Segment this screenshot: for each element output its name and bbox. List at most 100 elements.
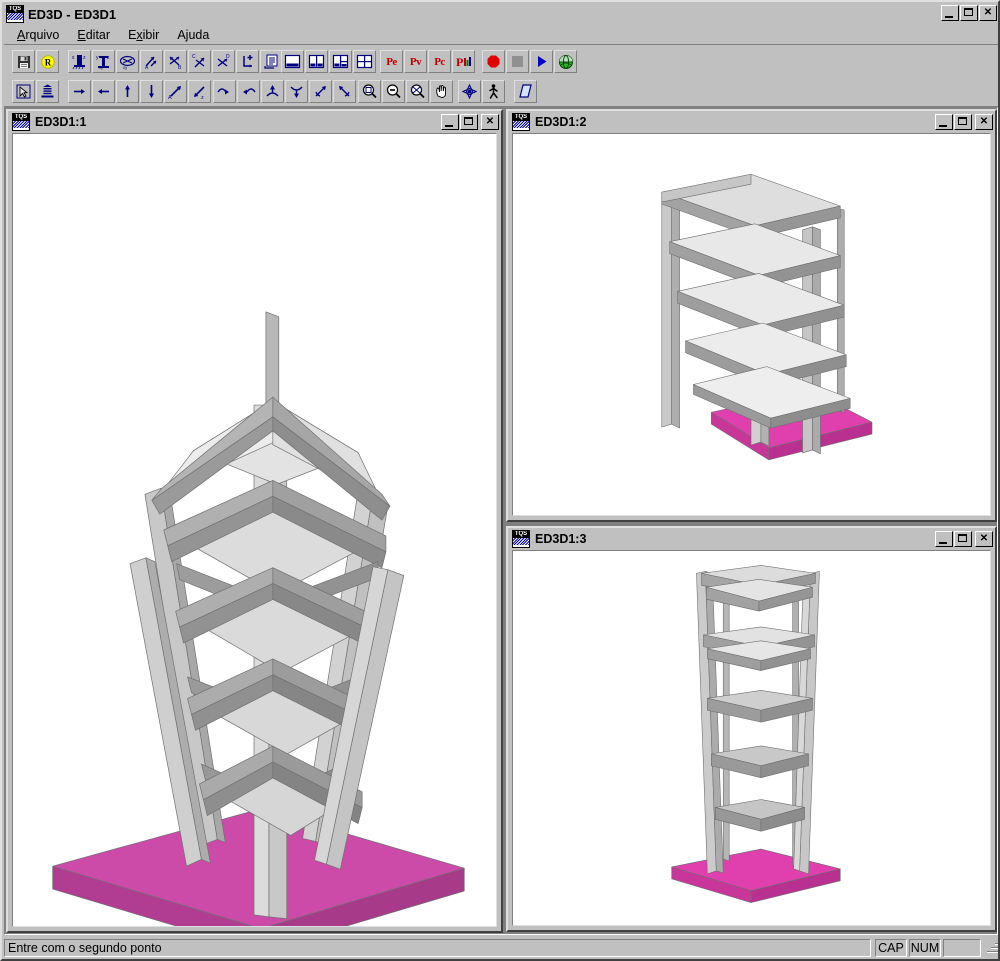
child-3-maximize-button[interactable] [954,531,972,547]
layout-single-icon[interactable] [281,50,304,73]
close-button[interactable]: ✕ [979,5,997,21]
layout-three-icon[interactable] [329,50,352,73]
pc-text-icon[interactable]: Pc [428,50,451,73]
zoom-out-icon[interactable] [382,80,405,103]
pan-hand-icon[interactable] [430,80,453,103]
status-cap-indicator: CAP [875,939,907,957]
child-1-close-button[interactable]: ✕ [481,114,499,130]
child-2-minimize-button[interactable] [935,114,953,130]
building-icon[interactable] [36,80,59,103]
list-window-icon[interactable] [260,50,283,73]
toolbar-top: R x z y z xy xy A B C D Pe Pv Pc P [4,47,998,76]
child-2-maximize-button[interactable] [954,114,972,130]
svg-text:x: x [72,55,75,61]
view-axis-group: x z y z xy xy A B C D [68,50,284,73]
menu-exibir[interactable]: Exibir [119,26,168,44]
pbar-text-icon[interactable]: P [452,50,475,73]
maximize-button[interactable] [960,5,978,21]
child-3-minimize-button[interactable] [935,531,953,547]
child-1-title-text: ED3D1:1 [35,115,87,129]
viewport-1[interactable] [12,133,497,927]
zoom-extents-icon[interactable] [406,80,429,103]
model-render-3 [671,565,841,903]
tqs-logo-icon[interactable]: TQS [6,5,24,23]
rotate-cw-icon[interactable] [309,80,332,103]
view-xz-icon[interactable]: x z [68,50,91,73]
view-b-icon[interactable]: B [164,50,187,73]
svg-text:A: A [168,95,172,100]
child-2-close-button[interactable]: ✕ [975,114,993,130]
stop-square-icon[interactable] [506,50,529,73]
model-render-1 [52,311,465,926]
child-3-title-bar: TQS ED3D1:3 ✕ [510,530,993,548]
arrow-right-icon[interactable] [68,80,91,103]
r-circle-icon[interactable]: R [36,50,59,73]
record-stop-icon[interactable] [482,50,505,73]
svg-text:A: A [145,65,149,70]
window-controls: ✕ [940,5,997,21]
child-3-title-text: ED3D1:3 [535,532,587,546]
child-window-2[interactable]: TQS ED3D1:2 ✕ [506,109,997,522]
rotate-ccw-icon[interactable] [333,80,356,103]
child-3-close-button[interactable]: ✕ [975,531,993,547]
rotate-up-icon[interactable] [261,80,284,103]
save-disk-icon[interactable] [12,50,35,73]
toolbar-bottom: A z [4,77,998,177]
status-extra-panel [943,939,981,957]
select-pointer-icon[interactable] [12,80,35,103]
svg-text:R: R [44,57,51,67]
arrow-down-icon[interactable] [140,80,163,103]
view-c-icon[interactable]: C [188,50,211,73]
arrow-diag-a-icon[interactable]: A [164,80,187,103]
view-d-icon[interactable]: D [212,50,235,73]
svg-text:xy: xy [99,65,103,70]
rotate-right-icon[interactable] [213,80,236,103]
zoom-window-icon[interactable] [358,80,381,103]
app-title: ED3D - ED3D1 [28,6,117,22]
resize-grip[interactable] [984,941,998,955]
plot-group: Pe Pv Pc P [380,50,476,73]
view-xy-icon[interactable]: xy [116,50,139,73]
status-message: Entre com o segundo ponto [4,939,871,957]
child-window-3[interactable]: TQS ED3D1:3 ✕ [506,526,997,932]
walk-person-icon[interactable] [482,80,505,103]
file-group: R [12,50,60,73]
viewport-3[interactable] [512,550,991,926]
menu-arquivo[interactable]: Arquivo [8,26,68,44]
arrow-up-icon[interactable] [116,80,139,103]
globe-render-icon[interactable] [554,50,577,73]
menu-ajuda[interactable]: Ajuda [168,26,218,44]
svg-text:z: z [201,95,204,100]
add-view-icon[interactable] [236,50,259,73]
minimize-button[interactable] [941,5,959,21]
child-1-maximize-button[interactable] [460,114,478,130]
play-triangle-icon[interactable] [530,50,553,73]
arrow-left-icon[interactable] [92,80,115,103]
arrow-diag-z-icon[interactable]: z [188,80,211,103]
layout-vsplit-icon[interactable] [305,50,328,73]
svg-text:C: C [192,54,196,60]
tqs-logo-icon: TQS [12,113,30,131]
layout-quad-icon[interactable] [353,50,376,73]
view-a-icon[interactable]: A [140,50,163,73]
arrow-group: A z [68,80,212,103]
zoom-group [358,80,454,103]
pv-text-icon[interactable]: Pv [404,50,427,73]
viewport-2[interactable] [512,133,991,516]
child-1-minimize-button[interactable] [441,114,459,130]
clip-plane-icon[interactable] [514,80,537,103]
svg-text:P: P [456,55,463,69]
svg-text:z: z [83,55,86,61]
view-yz-icon[interactable]: y z xy [92,50,115,73]
menu-editar[interactable]: Editar [68,26,119,44]
layout-group [281,50,377,73]
rotate-down-icon[interactable] [285,80,308,103]
title-bar: TQS ED3D - ED3D1 ✕ [4,4,998,24]
pe-text-icon[interactable]: Pe [380,50,403,73]
rotate-group [213,80,357,103]
rotate-left-icon[interactable] [237,80,260,103]
child-2-title-text: ED3D1:2 [535,115,587,129]
child-window-1[interactable]: TQS ED3D1:1 ✕ [6,109,503,933]
svg-text:B: B [178,65,182,70]
orbit-icon[interactable] [458,80,481,103]
